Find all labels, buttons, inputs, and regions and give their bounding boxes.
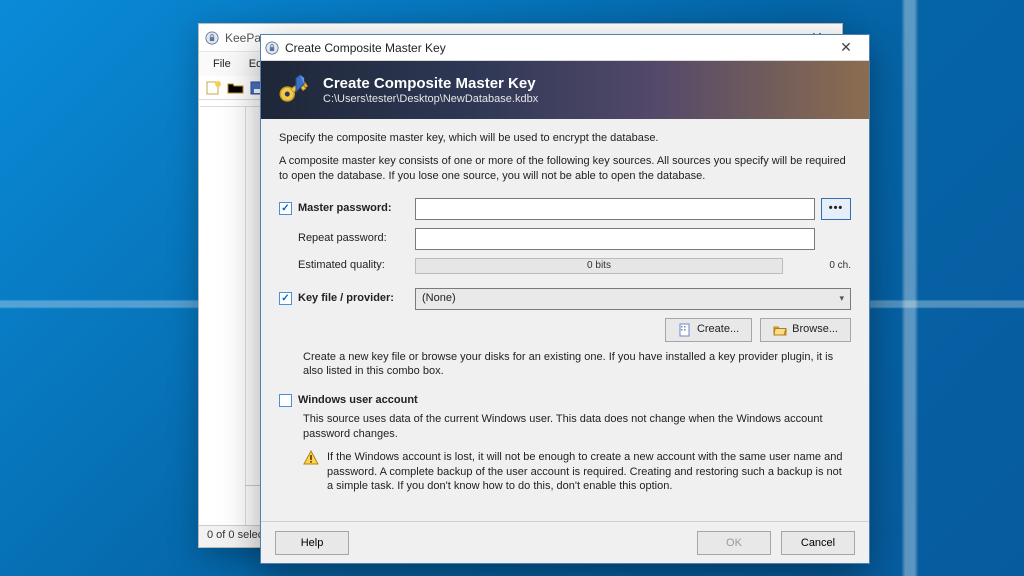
chevron-down-icon: ▾ — [839, 292, 844, 304]
dialog-close-button[interactable]: ✕ — [827, 36, 865, 60]
windows-account-desc: This source uses data of the current Win… — [303, 412, 851, 442]
intro-line-1: Specify the composite master key, which … — [279, 131, 851, 146]
show-password-button[interactable]: ••• — [821, 198, 851, 220]
repeat-password-input[interactable] — [415, 228, 815, 250]
master-password-input[interactable] — [415, 198, 815, 220]
dialog-banner: Create Composite Master Key C:\Users\tes… — [261, 61, 869, 119]
master-password-label: Master password: — [298, 201, 392, 216]
repeat-password-label: Repeat password: — [298, 231, 387, 246]
create-button-label: Create... — [697, 322, 739, 337]
main-tree-panel — [200, 107, 246, 525]
quality-meter: 0 bits — [415, 258, 783, 274]
new-db-icon[interactable] — [205, 80, 223, 96]
windows-account-label: Windows user account — [298, 393, 418, 408]
dialog-body: Specify the composite master key, which … — [261, 119, 869, 494]
estimated-quality-label: Estimated quality: — [298, 258, 385, 273]
dialog-title: Create Composite Master Key — [285, 41, 446, 55]
create-file-icon — [678, 323, 692, 337]
open-folder-icon[interactable] — [227, 80, 245, 96]
browse-folder-icon — [773, 323, 787, 337]
key-file-checkbox[interactable]: ✓ — [279, 292, 292, 305]
create-key-file-button[interactable]: Create... — [665, 318, 752, 342]
master-password-section: ✓ Master password: ••• Repeat password: … — [279, 198, 851, 274]
banner-path: C:\Users\tester\Desktop\NewDatabase.kdbx — [323, 93, 538, 105]
create-master-key-dialog: Create Composite Master Key ✕ Create Com… — [260, 34, 870, 564]
ok-button[interactable]: OK — [697, 531, 771, 555]
browse-key-file-button[interactable]: Browse... — [760, 318, 851, 342]
dialog-titlebar: Create Composite Master Key ✕ — [261, 35, 869, 61]
key-file-help-text: Create a new key file or browse your dis… — [303, 350, 851, 380]
banner-key-icon — [275, 72, 311, 108]
windows-account-checkbox[interactable]: ✓ — [279, 394, 292, 407]
key-file-select[interactable]: (None) ▾ — [415, 288, 851, 310]
windows-account-warning: If the Windows account is lost, it will … — [303, 450, 851, 495]
menu-file[interactable]: File — [205, 54, 239, 74]
windows-account-warning-text: If the Windows account is lost, it will … — [327, 450, 851, 495]
dialog-lock-icon — [265, 41, 279, 55]
key-file-selected: (None) — [422, 291, 456, 306]
char-count: 0 ch. — [795, 259, 851, 273]
windows-account-section: ✓ Windows user account This source uses … — [279, 393, 851, 494]
app-lock-icon — [205, 31, 219, 45]
intro-line-2: A composite master key consists of one o… — [279, 154, 851, 184]
banner-text: Create Composite Master Key C:\Users\tes… — [323, 75, 538, 105]
banner-title: Create Composite Master Key — [323, 75, 538, 92]
key-file-label: Key file / provider: — [298, 291, 394, 306]
dialog-footer: Help OK Cancel — [261, 521, 869, 563]
master-password-checkbox[interactable]: ✓ — [279, 202, 292, 215]
cancel-button[interactable]: Cancel — [781, 531, 855, 555]
help-button[interactable]: Help — [275, 531, 349, 555]
warning-icon — [303, 450, 319, 466]
browse-button-label: Browse... — [792, 322, 838, 337]
key-file-section: ✓ Key file / provider: (None) ▾ Create..… — [279, 288, 851, 380]
